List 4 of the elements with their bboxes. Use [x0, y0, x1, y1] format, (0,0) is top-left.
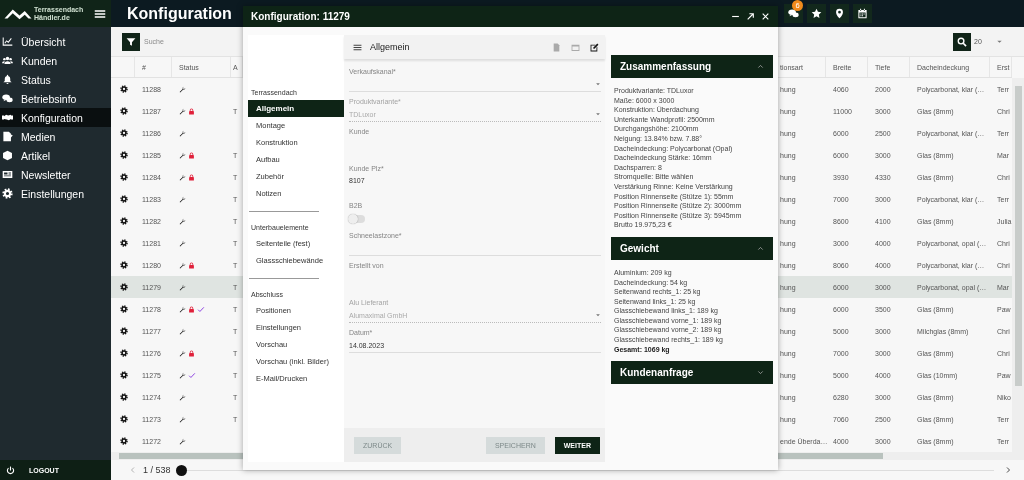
form-title: Allgemein — [370, 42, 410, 52]
page-title: Konfiguration — [127, 4, 232, 23]
dialog-title: Konfiguration: 11279 — [251, 11, 350, 22]
page-indicator: 1 / 538 — [143, 465, 171, 475]
